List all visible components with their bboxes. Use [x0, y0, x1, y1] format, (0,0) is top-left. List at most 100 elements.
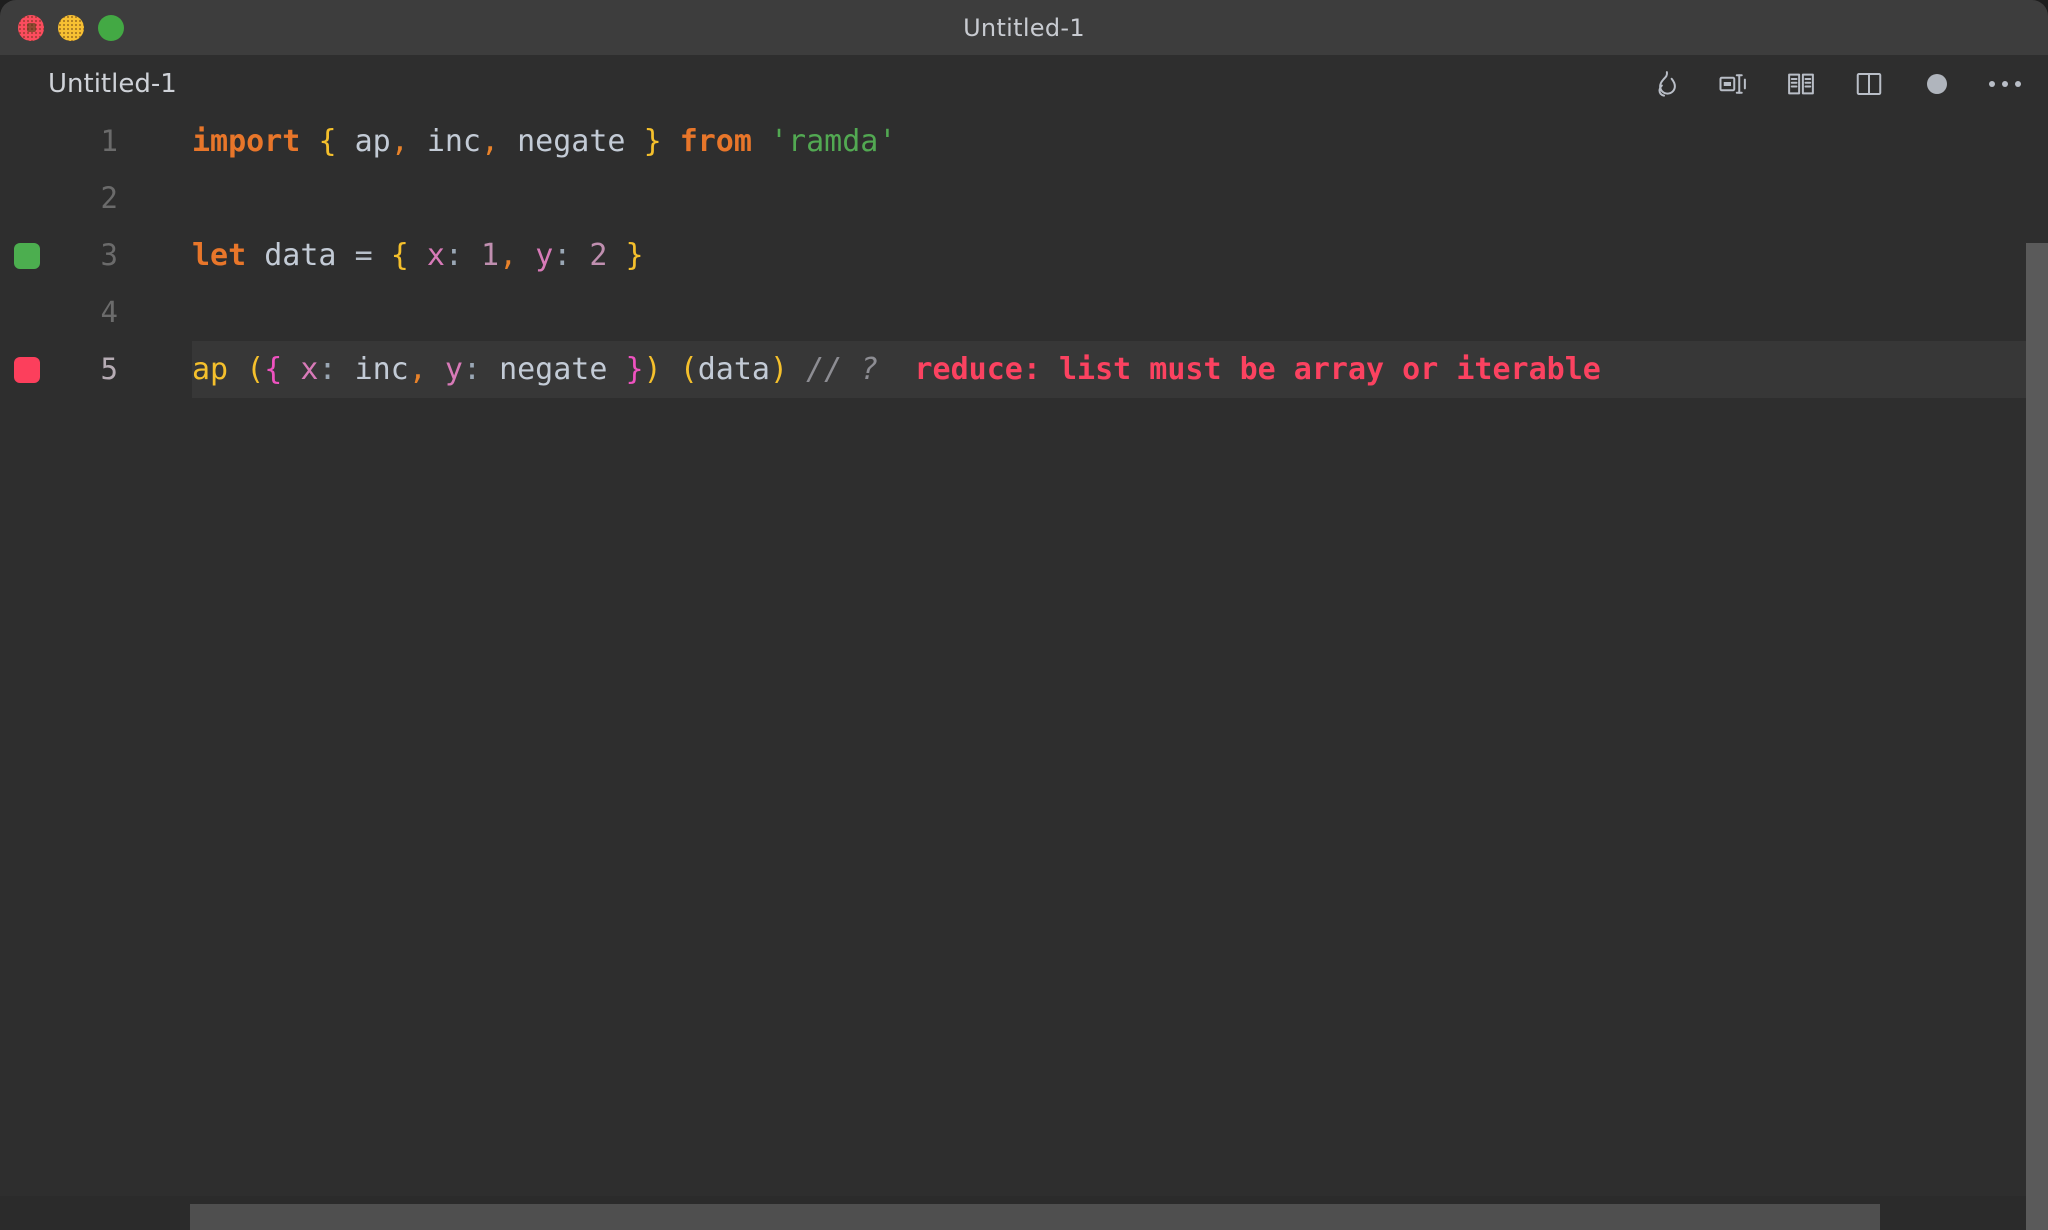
line-number: 5	[100, 352, 118, 386]
token: :	[462, 352, 481, 387]
token: y	[535, 238, 554, 273]
ellipsis-icon[interactable]	[1988, 67, 2022, 101]
editor-window: Untitled-1 Untitled-1 1 import {ap, inc…	[0, 0, 2048, 1230]
window-title: Untitled-1	[963, 13, 1085, 42]
token: }	[625, 352, 644, 387]
token: data	[697, 352, 770, 387]
token: {	[390, 238, 409, 273]
open-book-icon[interactable]	[1784, 67, 1818, 101]
line-number: 1	[100, 124, 118, 158]
tab-untitled-1[interactable]: Untitled-1	[48, 69, 177, 99]
code-line-5[interactable]: 5 ap ({ x: inc, y: negate }) (data) // ? …	[0, 341, 2048, 398]
token: inc	[354, 352, 409, 387]
token: 1	[481, 238, 500, 273]
gutter-marker-error[interactable]	[14, 357, 40, 383]
token: ap	[354, 124, 391, 159]
token: from	[679, 124, 752, 159]
minimize-window-button[interactable]	[58, 14, 84, 41]
code-line-1[interactable]: 1 import { ap, inc, negate } from 'ramda'	[0, 113, 2048, 170]
token: =	[354, 238, 373, 273]
token: :	[318, 352, 337, 387]
code-line-list: 1 import { ap, inc, negate } from 'ramda'…	[0, 113, 2048, 398]
token: )	[643, 352, 662, 387]
token: (	[679, 352, 698, 387]
token: negate	[499, 352, 608, 387]
code-line-2[interactable]: 2	[0, 170, 2048, 227]
code-line-4[interactable]: 4	[0, 284, 2048, 341]
editor-toolbar	[1648, 55, 2022, 113]
split-editor-icon[interactable]	[1852, 67, 1886, 101]
token: ,	[481, 124, 500, 159]
token: (	[246, 352, 265, 387]
code-editor[interactable]: 1 import { ap, inc, negate } from 'ramda'…	[0, 113, 2048, 1230]
code-text: let data = { x: 1, y: 2 }	[192, 227, 644, 284]
flame-icon[interactable]	[1648, 67, 1682, 101]
code-line-3[interactable]: 3 let data = { x: 1, y: 2 }	[0, 227, 2048, 284]
token: data	[264, 238, 337, 273]
token: }	[643, 124, 662, 159]
token: :	[444, 238, 463, 273]
token: :	[553, 238, 572, 273]
vertical-scrollbar[interactable]	[2026, 243, 2048, 1230]
token: reduce: list must be array or iterable	[914, 352, 1601, 387]
token: import	[192, 124, 301, 159]
gutter-marker-ok[interactable]	[14, 243, 40, 269]
line-number: 2	[100, 181, 118, 215]
traffic-light-group	[18, 0, 124, 55]
token: negate	[517, 124, 626, 159]
horizontal-scrollbar-thumb[interactable]	[190, 1204, 1880, 1230]
token: 'ramda'	[770, 124, 897, 159]
horizontal-scrollbar-track[interactable]	[0, 1196, 2026, 1230]
token: {	[264, 352, 283, 387]
token: y	[444, 352, 463, 387]
token: {	[318, 124, 337, 159]
token: ap	[192, 352, 229, 387]
unsaved-dot-icon[interactable]	[1920, 67, 1954, 101]
token: }	[625, 238, 644, 273]
tab-bar: Untitled-1	[0, 55, 2048, 113]
token: )	[770, 352, 789, 387]
maximize-window-button[interactable]	[98, 14, 124, 41]
code-text: import { ap, inc, negate } from 'ramda'	[192, 113, 896, 170]
token: let	[192, 238, 247, 273]
token: inc	[426, 124, 481, 159]
window-titlebar: Untitled-1	[0, 0, 2048, 55]
token: ,	[408, 352, 427, 387]
token: ,	[499, 238, 518, 273]
unsaved-indicator	[1927, 74, 1947, 94]
format-icon[interactable]	[1716, 67, 1750, 101]
token: x	[300, 352, 319, 387]
token: x	[426, 238, 445, 273]
token: // ?	[806, 352, 879, 387]
line-number: 3	[100, 238, 118, 272]
token: 2	[589, 238, 608, 273]
code-text: ap ({ x: inc, y: negate }) (data) // ? r…	[192, 341, 1601, 398]
close-window-button[interactable]	[18, 14, 44, 41]
line-number: 4	[100, 295, 118, 329]
token: ,	[390, 124, 409, 159]
